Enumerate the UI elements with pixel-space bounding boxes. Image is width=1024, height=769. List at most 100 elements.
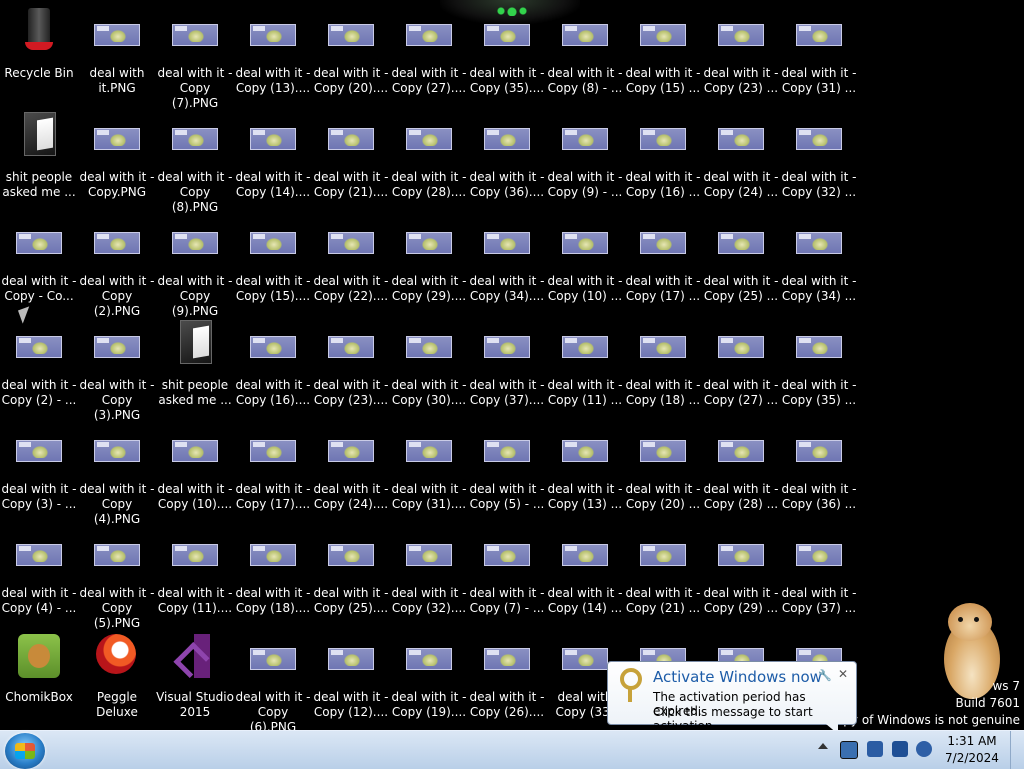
desktop-icon[interactable]: deal with it - Copy (14) ... (548, 530, 622, 622)
desktop-icon[interactable]: deal with it - Copy (16) ... (626, 114, 700, 206)
volume-speaker-icon[interactable] (916, 741, 932, 757)
desktop-icon[interactable]: deal with it - Copy (8).PNG (158, 114, 232, 214)
desktop-icon[interactable]: deal with it - Copy (31).... (392, 426, 466, 518)
desktop-icon[interactable]: deal with it - Copy (12).... (314, 634, 388, 726)
balloon-close-button[interactable]: ✕ (836, 667, 850, 681)
desktop-icon[interactable]: Recycle Bin (2, 8, 76, 102)
desktop-icon[interactable]: deal with it - Copy (28).... (392, 114, 466, 206)
desktop-icon[interactable]: ChomikBox (2, 634, 76, 726)
desktop-icon[interactable]: deal with it - Copy (26).... (470, 634, 544, 726)
image-file-icon (640, 114, 686, 160)
desktop-icon[interactable]: deal with it - Copy (29) ... (704, 530, 778, 622)
desktop-icon-label: deal with it - Copy (5).PNG (79, 586, 155, 630)
desktop-icon[interactable]: deal with it - Copy (24).... (314, 426, 388, 518)
image-file-icon-glyph (562, 128, 608, 150)
activation-balloon[interactable]: Activate Windows now The activation peri… (607, 661, 857, 734)
desktop-icon[interactable]: deal with it - Copy (31) ... (782, 10, 856, 102)
desktop-icon[interactable]: deal with it - Copy (30).... (392, 322, 466, 414)
image-file-icon (328, 322, 374, 368)
image-file-icon-glyph (484, 128, 530, 150)
options-wrench-icon[interactable]: 🔧 (818, 669, 832, 682)
desktop-icon[interactable]: deal with it - Copy (32) ... (782, 114, 856, 206)
desktop-icon[interactable]: deal with it - Copy (7).PNG (158, 10, 232, 110)
desktop-icon[interactable]: deal with it - Copy (18) ... (626, 322, 700, 414)
desktop-icon[interactable]: deal with it - Copy (9) - ... (548, 114, 622, 206)
desktop-icon[interactable]: deal with it - Copy (27).... (392, 10, 466, 102)
desktop-icon[interactable]: shit people asked me ... (2, 112, 76, 206)
desktop-icon[interactable]: deal with it - Copy (25).... (314, 530, 388, 622)
network-monitor-icon[interactable] (892, 741, 908, 757)
desktop-icon[interactable]: deal with it - Copy (19).... (392, 634, 466, 726)
desktop-icon[interactable]: deal with it - Copy (6).PNG (236, 634, 310, 734)
desktop-icon[interactable]: deal with it - Copy (25) ... (704, 218, 778, 310)
image-file-icon-glyph (16, 440, 62, 462)
desktop-icon[interactable]: deal with it - Copy (9).PNG (158, 218, 232, 318)
desktop-icon[interactable]: deal with it - Copy (24) ... (704, 114, 778, 206)
clock-date[interactable]: 7/2/2024 (945, 751, 999, 765)
desktop-icon[interactable]: deal with it - Copy (29).... (392, 218, 466, 310)
desktop-icon[interactable]: deal with it - Copy (7) - ... (470, 530, 544, 622)
image-file-icon-glyph (640, 232, 686, 254)
desktop-icon[interactable]: deal with it - Copy (20) ... (626, 426, 700, 518)
desktop-icon[interactable]: shit people asked me ... (158, 320, 232, 414)
desktop-icon[interactable]: deal with it - Copy (34).... (470, 218, 544, 310)
desktop-icon[interactable]: deal with it - Copy (4) - ... (2, 530, 76, 622)
desktop-icon[interactable]: deal with it - Copy (23).... (314, 322, 388, 414)
desktop-icon[interactable]: deal with it - Copy (37) ... (782, 530, 856, 622)
desktop-icon[interactable]: deal with it - Copy (5).PNG (80, 530, 154, 630)
desktop-icon[interactable]: deal with it - Copy (22).... (314, 218, 388, 310)
desktop-icon[interactable]: deal with it - Copy.PNG (80, 114, 154, 206)
desktop-icon-label: deal with it - Copy (18).... (235, 586, 311, 615)
desktop-icon[interactable]: deal with it - Copy (20).... (314, 10, 388, 102)
desktop-icon[interactable]: deal with it - Copy (8) - ... (548, 10, 622, 102)
desktop-icon[interactable]: deal with it.PNG (80, 10, 154, 102)
desktop-icon[interactable]: deal with it - Copy (17) ... (626, 218, 700, 310)
desktop-icon[interactable]: deal with it - Copy (13) ... (548, 426, 622, 518)
desktop-icon[interactable]: deal with it - Copy (32).... (392, 530, 466, 622)
desktop-icon[interactable]: deal with it - Copy (14).... (236, 114, 310, 206)
desktop-icon[interactable]: deal with it - Copy (21).... (314, 114, 388, 206)
security-shield-icon[interactable] (867, 741, 883, 757)
desktop-icon[interactable]: deal with it - Copy (15) ... (626, 10, 700, 102)
desktop-icon[interactable]: deal with it - Copy (4).PNG (80, 426, 154, 526)
desktop-icon-label: Visual Studio 2015 (156, 690, 234, 719)
desktop[interactable]: Recycle Bin deal with it.PNG deal with it … (0, 0, 1024, 734)
desktop-icon[interactable]: deal with it - Copy (3).PNG (80, 322, 154, 422)
desktop-icon[interactable]: deal with it - Copy (13).... (236, 10, 310, 102)
desktop-icon[interactable]: deal with it - Copy (27) ... (704, 322, 778, 414)
desktop-icon[interactable]: deal with it - Copy (34) ... (782, 218, 856, 310)
desktop-icon[interactable]: deal with it - Copy (37).... (470, 322, 544, 414)
desktop-icon[interactable]: deal with it - Copy (17).... (236, 426, 310, 518)
desktop-icon-label: deal with it - Copy (7) - ... (469, 586, 545, 615)
show-desktop-button[interactable] (1010, 731, 1024, 769)
desktop-icon[interactable]: Visual Studio 2015 (156, 634, 234, 726)
desktop-icon[interactable]: deal with it - Copy (11) ... (548, 322, 622, 414)
start-button[interactable] (5, 733, 45, 769)
desktop-icon[interactable]: deal with it - Copy (35).... (470, 10, 544, 102)
desktop-icon[interactable]: deal with it - Copy (28) ... (704, 426, 778, 518)
action-center-flag-icon[interactable] (840, 741, 858, 759)
desktop-icon[interactable]: deal with it - Copy (10) ... (548, 218, 622, 310)
desktop-icon[interactable]: deal with it - Copy (3) - ... (2, 426, 76, 518)
desktop-icon[interactable]: Peggle Deluxe (80, 634, 154, 726)
desktop-icon[interactable]: deal with it - Copy (21) ... (626, 530, 700, 622)
image-file-icon (328, 114, 374, 160)
desktop-icon[interactable]: deal with it - Copy (2) - ... (2, 322, 76, 414)
desktop-icon[interactable]: deal with it - Copy (23) ... (704, 10, 778, 102)
desktop-icon[interactable]: deal with it - Copy (35) ... (782, 322, 856, 414)
desktop-icon[interactable]: deal with it - Copy (36) ... (782, 426, 856, 518)
desktop-icon[interactable]: deal with it - Copy - Co... (2, 218, 76, 310)
desktop-icon[interactable]: deal with it - Copy (2).PNG (80, 218, 154, 318)
show-hidden-icons-icon[interactable] (818, 743, 828, 749)
desktop-icon[interactable]: deal with it - Copy (18).... (236, 530, 310, 622)
desktop-icon[interactable]: deal with it - Copy (15).... (236, 218, 310, 310)
desktop-icon[interactable]: deal with it - Copy (5) - ... (470, 426, 544, 518)
image-file-icon-glyph (328, 648, 374, 670)
desktop-icon[interactable]: deal with it - Copy (16).... (236, 322, 310, 414)
clock-time[interactable]: 1:31 AM (945, 734, 999, 748)
desktop-icon[interactable]: deal with it - Copy (10).... (158, 426, 232, 518)
image-file-icon-glyph (640, 128, 686, 150)
image-file-icon-glyph (640, 544, 686, 566)
desktop-icon[interactable]: deal with it - Copy (11).... (158, 530, 232, 622)
desktop-icon[interactable]: deal with it - Copy (36).... (470, 114, 544, 206)
